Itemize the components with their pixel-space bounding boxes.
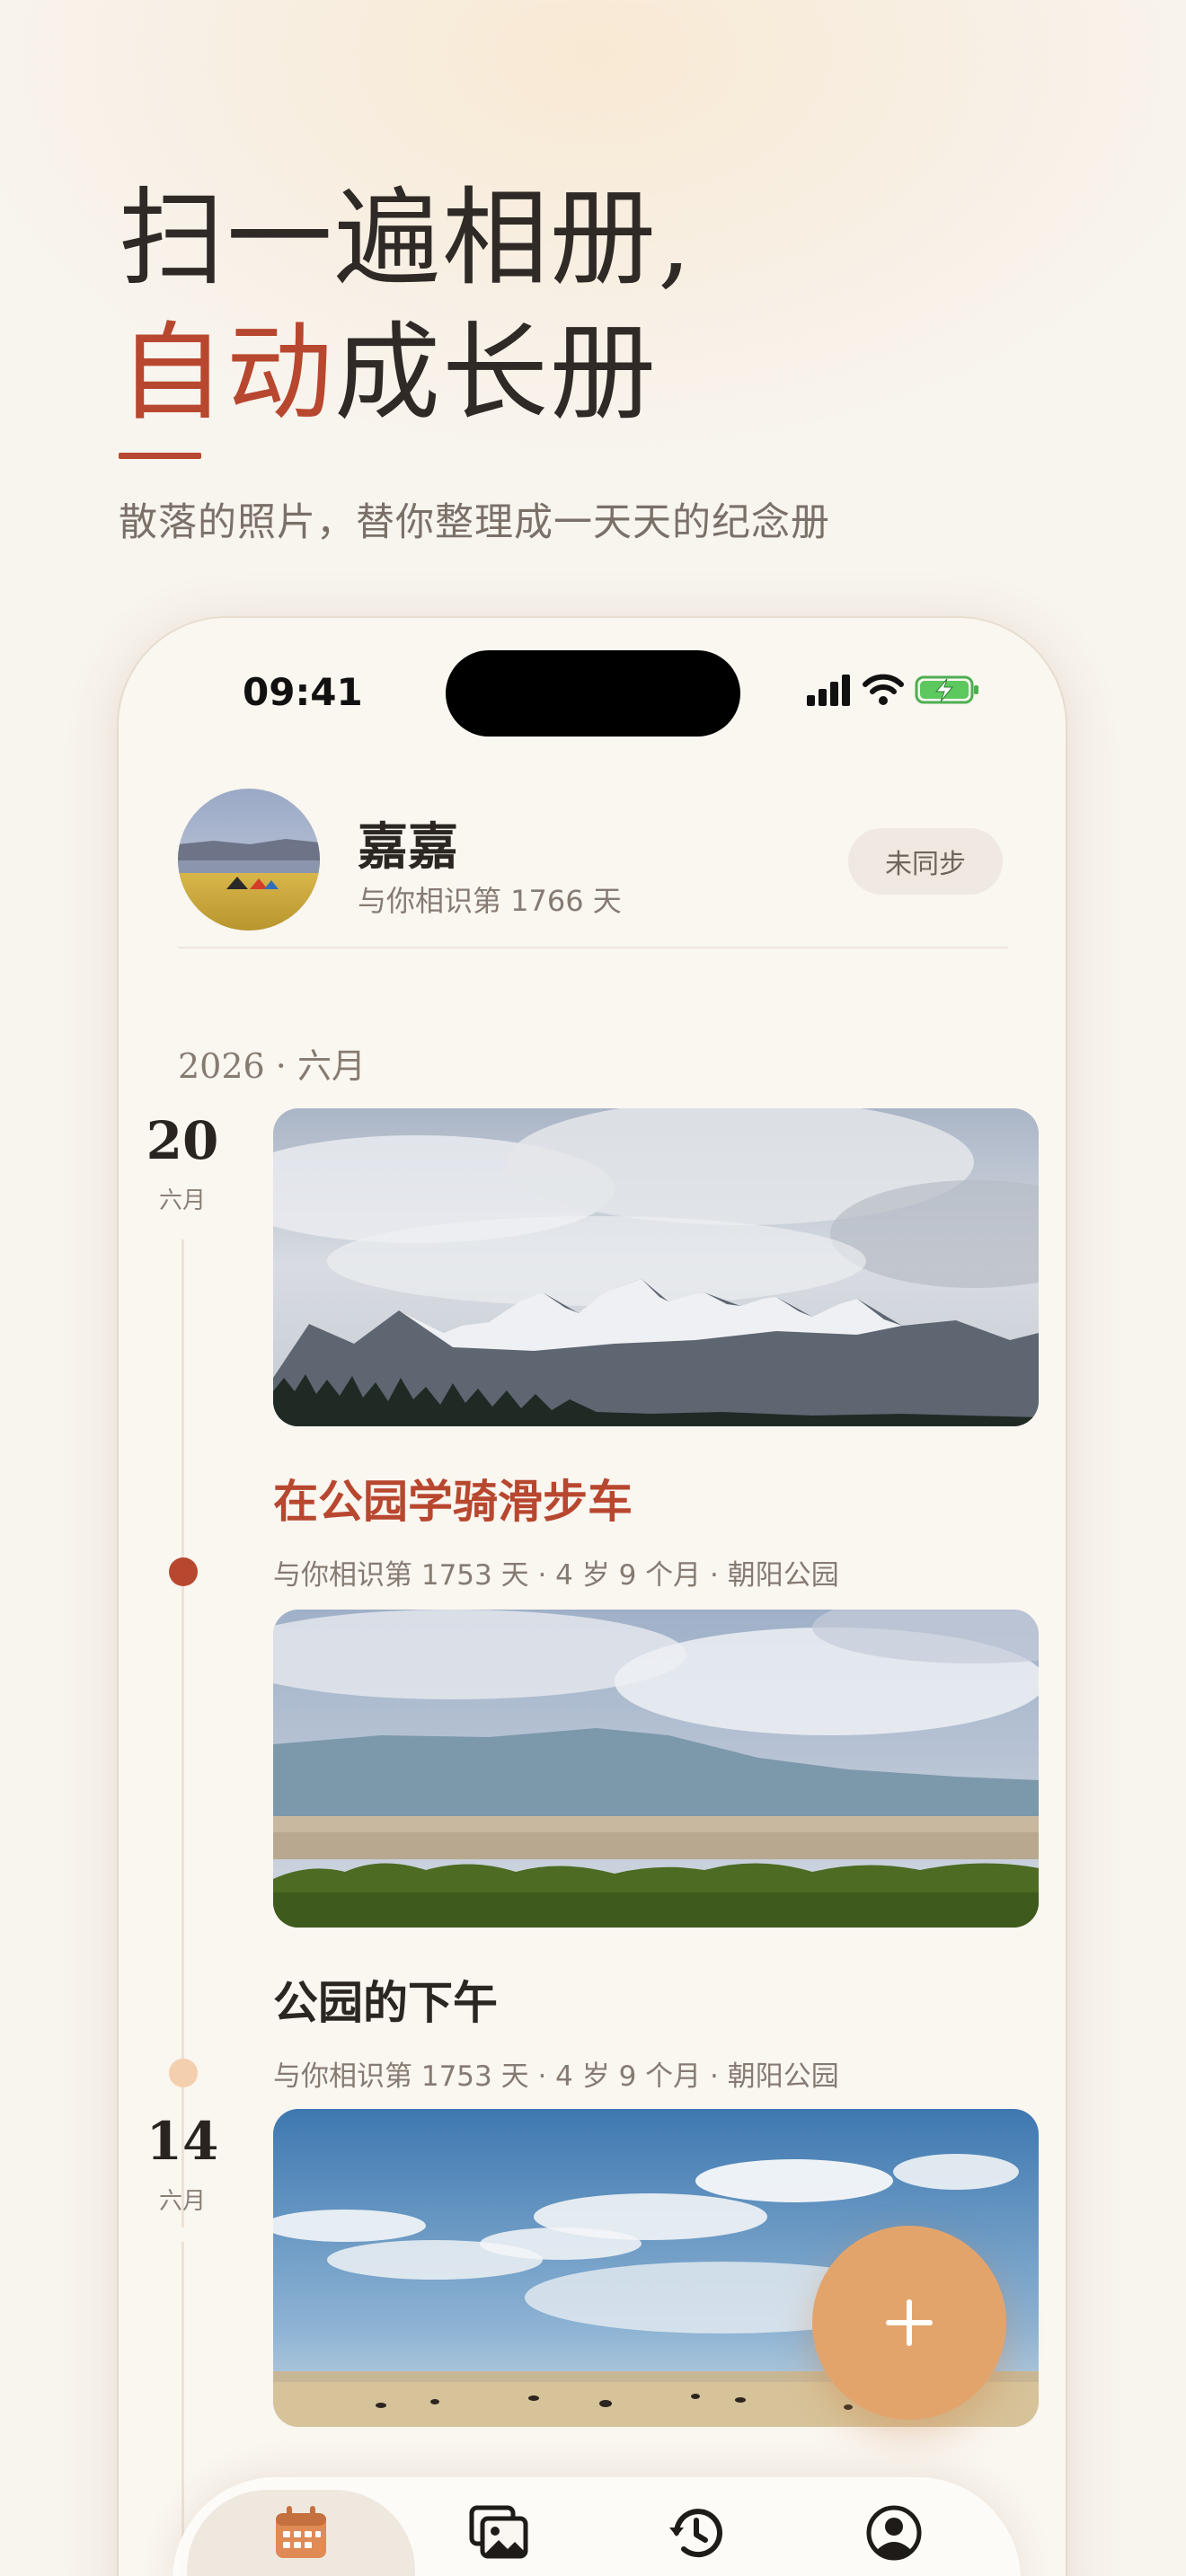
day-number: 20 xyxy=(146,1110,219,1171)
dynamic-island xyxy=(446,650,740,737)
day-month: 六月 xyxy=(158,2188,206,2215)
cellular-signal-icon xyxy=(807,675,850,706)
history-icon xyxy=(669,2509,722,2558)
phone-mockup: 09:41 嘉嘉 与你相识第 1766 天 未同步 2026 · 六月 20 六… xyxy=(119,618,1066,2576)
battery-charging-icon xyxy=(915,675,978,704)
day-month: 六月 xyxy=(158,1187,206,1214)
entry-title[interactable]: 公园的下午 xyxy=(273,1967,498,2032)
hero-title-line-2: 自动成长册 xyxy=(119,305,1107,440)
profile-days-known: 与你相识第 1766 天 xyxy=(358,884,622,918)
status-bar: 09:41 xyxy=(119,618,1066,771)
hero-title-rest: 成长册 xyxy=(334,311,659,435)
profile-header: 嘉嘉 与你相识第 1766 天 未同步 xyxy=(178,789,1008,948)
hero-section: 扫一遍相册, 自动成长册 散落的照片，替你整理成一天天的纪念册 xyxy=(119,171,1107,547)
profile-icon xyxy=(866,2505,922,2561)
plus-icon xyxy=(886,2299,933,2346)
profile-name: 嘉嘉 xyxy=(358,817,458,877)
wifi-icon xyxy=(863,674,904,705)
timeline-line xyxy=(181,2242,184,2576)
entry-title[interactable]: 在公园学骑滑步车 xyxy=(273,1466,633,1531)
timeline-dot xyxy=(169,2059,198,2087)
day-number: 14 xyxy=(146,2111,219,2172)
hero-title-line-1: 扫一遍相册, xyxy=(119,176,694,300)
hero-title-accent: 自动 xyxy=(119,311,335,435)
tab-timeline[interactable] xyxy=(202,2477,400,2576)
hero-subtitle: 散落的照片，替你整理成一天天的纪念册 xyxy=(119,500,830,545)
calendar-icon xyxy=(276,2506,326,2558)
timeline-dot-active xyxy=(169,1557,198,1586)
tab-bar xyxy=(173,2477,1021,2576)
photo-image xyxy=(273,1610,1039,1928)
add-button[interactable] xyxy=(812,2226,1006,2420)
avatar[interactable] xyxy=(178,789,320,931)
entry-photo-grassland-hills[interactable] xyxy=(273,1610,1039,1928)
month-header: 2026 · 六月 xyxy=(178,1046,366,1086)
tab-history[interactable] xyxy=(597,2477,795,2576)
photos-icon xyxy=(469,2505,528,2559)
photo-image xyxy=(273,1108,1039,1426)
entry-photo-snowy-mountains[interactable] xyxy=(273,1108,1039,1426)
avatar-image xyxy=(178,789,320,931)
tab-photos[interactable] xyxy=(400,2477,597,2576)
sync-status-button[interactable]: 未同步 xyxy=(848,828,1003,895)
status-icons xyxy=(794,670,983,710)
entry-meta: 与你相识第 1753 天 · 4 岁 9 个月 · 朝阳公园 xyxy=(273,2060,839,2093)
status-time: 09:41 xyxy=(243,670,363,714)
hero-underline xyxy=(119,453,201,459)
entry-meta: 与你相识第 1753 天 · 4 岁 9 个月 · 朝阳公园 xyxy=(273,1559,839,1592)
tab-profile[interactable] xyxy=(795,2477,993,2576)
